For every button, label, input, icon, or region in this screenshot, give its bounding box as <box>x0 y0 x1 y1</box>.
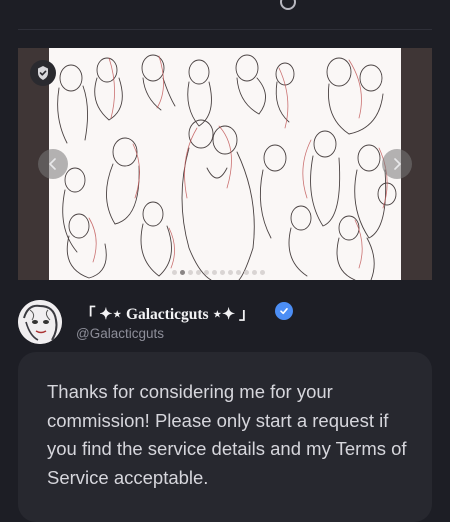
avatar[interactable] <box>18 300 62 344</box>
user-handle[interactable]: @Galacticguts <box>76 326 164 341</box>
verified-check-icon <box>275 302 293 320</box>
pagination-dot[interactable] <box>252 270 257 275</box>
display-name[interactable]: 「 ✦⋆ Galacticguts ⋆✦ 」 <box>80 302 255 324</box>
pagination-dot[interactable] <box>172 270 177 275</box>
seller-profile[interactable]: 「 ✦⋆ Galacticguts ⋆✦ 」 @Galacticguts <box>18 298 432 344</box>
artwork-image[interactable] <box>49 48 401 280</box>
gallery-pagination <box>172 270 265 275</box>
chevron-right-icon <box>394 158 401 170</box>
pagination-dot[interactable] <box>236 270 241 275</box>
pagination-dot[interactable] <box>220 270 225 275</box>
sketch-artwork <box>57 54 397 280</box>
pagination-dot[interactable] <box>188 270 193 275</box>
gallery-next-button[interactable] <box>382 149 412 179</box>
pagination-dot[interactable] <box>196 270 201 275</box>
artwork-gallery[interactable] <box>18 48 432 280</box>
verified-shield-icon <box>30 60 56 86</box>
pagination-dot[interactable] <box>228 270 233 275</box>
description-text: Thanks for considering me for your commi… <box>47 381 407 488</box>
divider <box>18 29 432 30</box>
top-strip <box>0 0 450 30</box>
partial-icon <box>280 0 296 10</box>
pagination-dot[interactable] <box>180 270 185 275</box>
pagination-dot[interactable] <box>244 270 249 275</box>
description-card: Thanks for considering me for your commi… <box>18 352 432 522</box>
pagination-dot[interactable] <box>260 270 265 275</box>
gallery-prev-button[interactable] <box>38 149 68 179</box>
chevron-left-icon <box>49 158 56 170</box>
pagination-dot[interactable] <box>212 270 217 275</box>
pagination-dot[interactable] <box>204 270 209 275</box>
